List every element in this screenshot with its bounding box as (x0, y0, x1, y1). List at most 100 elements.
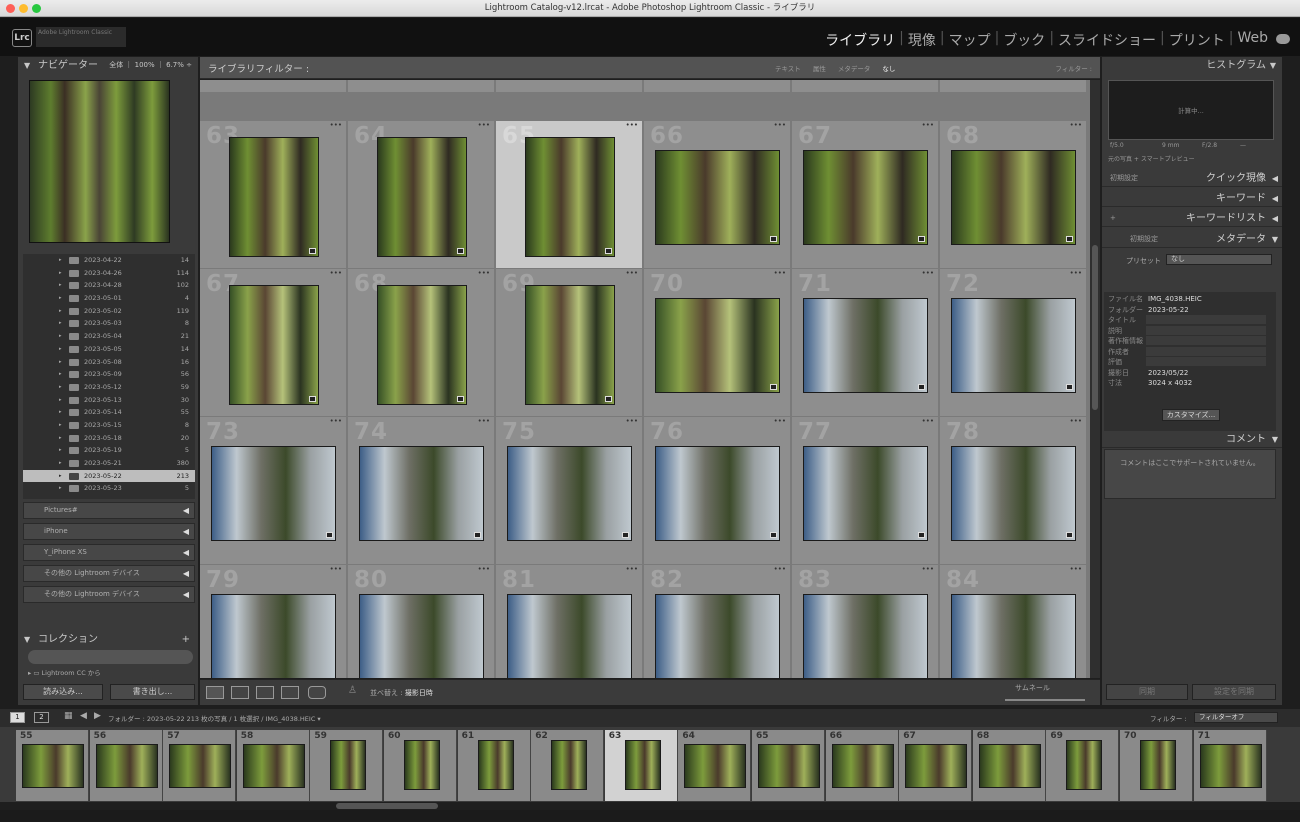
disclosure-triangle-icon[interactable]: ▸ (59, 368, 62, 381)
photo-thumbnail[interactable] (655, 593, 780, 678)
filmstrip-cell[interactable]: 70 (1120, 730, 1193, 801)
more-options-icon[interactable]: ••• (774, 121, 786, 129)
filmstrip-cell[interactable]: 55 (16, 730, 89, 801)
add-collection-icon[interactable]: + (182, 632, 190, 648)
photo-thumbnail[interactable] (211, 445, 336, 541)
photo-thumbnail[interactable] (376, 137, 467, 257)
grid-cell[interactable]: 82 ••• (644, 565, 791, 678)
photo-thumbnail[interactable] (211, 593, 336, 678)
photo-thumbnail[interactable] (951, 593, 1076, 678)
module-library[interactable]: ライブラリ (821, 30, 899, 50)
filmstrip-cell[interactable]: 60 (384, 730, 457, 801)
filmstrip-thumbnail[interactable] (905, 744, 968, 788)
minimize-window-icon[interactable] (19, 4, 28, 13)
more-options-icon[interactable]: ••• (626, 565, 638, 573)
module-print[interactable]: プリント (1165, 30, 1229, 50)
photo-thumbnail[interactable] (524, 285, 615, 405)
grid-cell[interactable]: 73 ••• (200, 417, 347, 565)
folder-row[interactable]: ▸ 2023-05-13 30 (23, 394, 195, 407)
folder-row[interactable]: ▸ 2023-05-05 14 (23, 343, 195, 356)
filter-metadata-tab[interactable]: メタデータ (838, 63, 871, 73)
filmstrip-cell[interactable]: 71 (1193, 730, 1267, 801)
grid-cell[interactable]: 64 ••• (348, 121, 495, 269)
sync-settings-button[interactable]: 設定を同期 (1192, 684, 1276, 700)
survey-view-icon[interactable] (281, 686, 299, 699)
more-options-icon[interactable]: ••• (626, 417, 638, 425)
filmstrip-thumbnail[interactable] (1199, 744, 1262, 788)
more-options-icon[interactable]: ••• (330, 269, 342, 277)
grid-cell[interactable]: 83 ••• (792, 565, 939, 678)
close-window-icon[interactable] (6, 4, 15, 13)
metadata-value[interactable]: 2023-05-22 (1148, 305, 1189, 315)
collection-search-input[interactable] (28, 650, 193, 664)
more-options-icon[interactable]: ••• (774, 417, 786, 425)
filmstrip-cell[interactable]: 68 (972, 730, 1046, 801)
grid-cell[interactable]: 71 ••• (792, 269, 939, 417)
photo-thumbnail[interactable] (359, 445, 484, 541)
photo-thumbnail[interactable] (228, 137, 319, 257)
filmstrip-thumbnail[interactable] (551, 740, 588, 790)
add-keyword-icon[interactable]: + (1110, 210, 1116, 227)
sort-control[interactable]: 並べ替え : 撮影日時 (370, 688, 433, 698)
photo-thumbnail[interactable] (359, 593, 484, 678)
customize-button[interactable]: カスタマイズ... (1162, 409, 1220, 421)
grid-cell[interactable]: 72 ••• (940, 269, 1087, 417)
grid-cell[interactable]: 69 ••• (496, 269, 643, 417)
more-options-icon[interactable]: ••• (478, 565, 490, 573)
grid-cell[interactable]: 66 ••• (644, 121, 791, 269)
device-item[interactable]: Pictures# ◀ (23, 502, 195, 519)
grid-scrollbar-thumb[interactable] (1092, 245, 1098, 410)
folder-row[interactable]: ▸ 2023-05-22 213 (23, 469, 195, 483)
disclosure-triangle-icon[interactable]: ▸ (59, 343, 62, 356)
navigator-zoom-options[interactable]: 全体 ｜ 100% ｜ 6.7% ÷ (109, 57, 192, 74)
navigator-preview[interactable] (29, 80, 170, 243)
filmstrip-cell[interactable]: 64 (678, 730, 752, 801)
filmstrip-thumbnail[interactable] (831, 744, 894, 788)
filmstrip-thumbnail[interactable] (684, 744, 747, 788)
folder-row[interactable]: ▸ 2023-04-26 114 (23, 267, 195, 280)
export-button[interactable]: 書き出し... (110, 684, 195, 700)
metadata-preset-value[interactable]: なし (1166, 254, 1272, 265)
photo-thumbnail[interactable] (655, 297, 780, 393)
grid-cell[interactable] (348, 80, 495, 93)
quick-develop-preset[interactable]: 初期設定 (1110, 170, 1138, 187)
photo-thumbnail[interactable] (507, 593, 632, 678)
filmstrip-cell[interactable]: 65 (752, 730, 825, 801)
filmstrip-thumbnail[interactable] (477, 740, 514, 790)
folder-row[interactable]: ▸ 2023-05-02 119 (23, 305, 195, 318)
disclosure-triangle-icon[interactable]: ▸ (59, 482, 62, 495)
photo-thumbnail[interactable] (951, 149, 1076, 245)
photo-thumbnail[interactable] (951, 445, 1076, 541)
filmstrip-cell[interactable]: 57 (163, 730, 237, 801)
more-options-icon[interactable]: ••• (478, 269, 490, 277)
filmstrip-thumbnail[interactable] (624, 740, 661, 790)
filmstrip-thumbnail[interactable] (758, 744, 820, 788)
device-item[interactable]: その他の Lightroom デバイス ◀ (23, 586, 195, 603)
filmstrip-thumbnail[interactable] (1140, 740, 1176, 790)
grid-cell[interactable] (644, 80, 791, 93)
disclosure-triangle-icon[interactable]: ▸ (59, 254, 62, 267)
compare-view-icon[interactable] (256, 686, 274, 699)
folder-row[interactable]: ▸ 2023-05-14 55 (23, 406, 195, 419)
photo-thumbnail[interactable] (803, 149, 928, 245)
keyword-list-header[interactable]: + キーワードリスト ◀ (1102, 210, 1282, 227)
metadata-input[interactable] (1146, 357, 1266, 366)
folder-row[interactable]: ▸ 2023-05-15 8 (23, 419, 195, 432)
filmstrip-thumbnail[interactable] (242, 744, 305, 788)
metadata-value[interactable]: 3024 x 4032 (1148, 378, 1192, 388)
cloud-sync-icon[interactable] (1276, 34, 1290, 44)
smart-preview-status[interactable]: 元の写真 + スマートプレビュー (1108, 154, 1195, 163)
more-options-icon[interactable]: ••• (330, 121, 342, 129)
filmstrip-thumbnail[interactable] (330, 740, 367, 790)
grid-cell[interactable]: 65 ••• (496, 121, 643, 269)
device-item[interactable]: iPhone ◀ (23, 523, 195, 540)
photo-thumbnail[interactable] (803, 593, 928, 678)
grid-cell[interactable]: 63 ••• (200, 121, 347, 269)
filmstrip-cell[interactable]: 59 (310, 730, 384, 801)
disclosure-triangle-icon[interactable]: ▸ (59, 419, 62, 432)
photo-thumbnail[interactable] (376, 285, 467, 405)
folder-row[interactable]: ▸ 2023-05-08 16 (23, 356, 195, 369)
metadata-value[interactable]: 2023/05/22 (1148, 368, 1188, 378)
sync-button[interactable]: 同期 (1106, 684, 1188, 700)
metadata-preset-select[interactable]: 初期設定 (1130, 231, 1158, 248)
